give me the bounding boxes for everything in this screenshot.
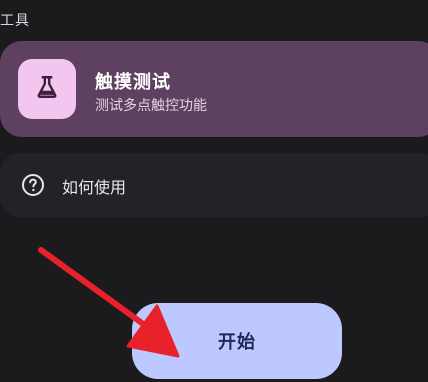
tool-subtitle: 测试多点触控功能 [95, 98, 207, 114]
start-button-label: 开始 [218, 332, 256, 352]
start-button[interactable]: 开始 [132, 303, 342, 379]
section-label-tools: 工具 [0, 13, 30, 29]
how-to-use-row[interactable]: 如何使用 [0, 153, 428, 217]
screen: 工具 触摸测试 测试多点触控功能 如何使用 开始 [0, 0, 428, 382]
touch-test-card[interactable]: 触摸测试 测试多点触控功能 [0, 41, 428, 137]
tool-icon-tile [18, 59, 76, 119]
how-to-use-label: 如何使用 [62, 178, 127, 197]
help-circle-icon [21, 173, 45, 197]
flask-icon [34, 74, 60, 104]
tool-title: 触摸测试 [95, 72, 171, 93]
